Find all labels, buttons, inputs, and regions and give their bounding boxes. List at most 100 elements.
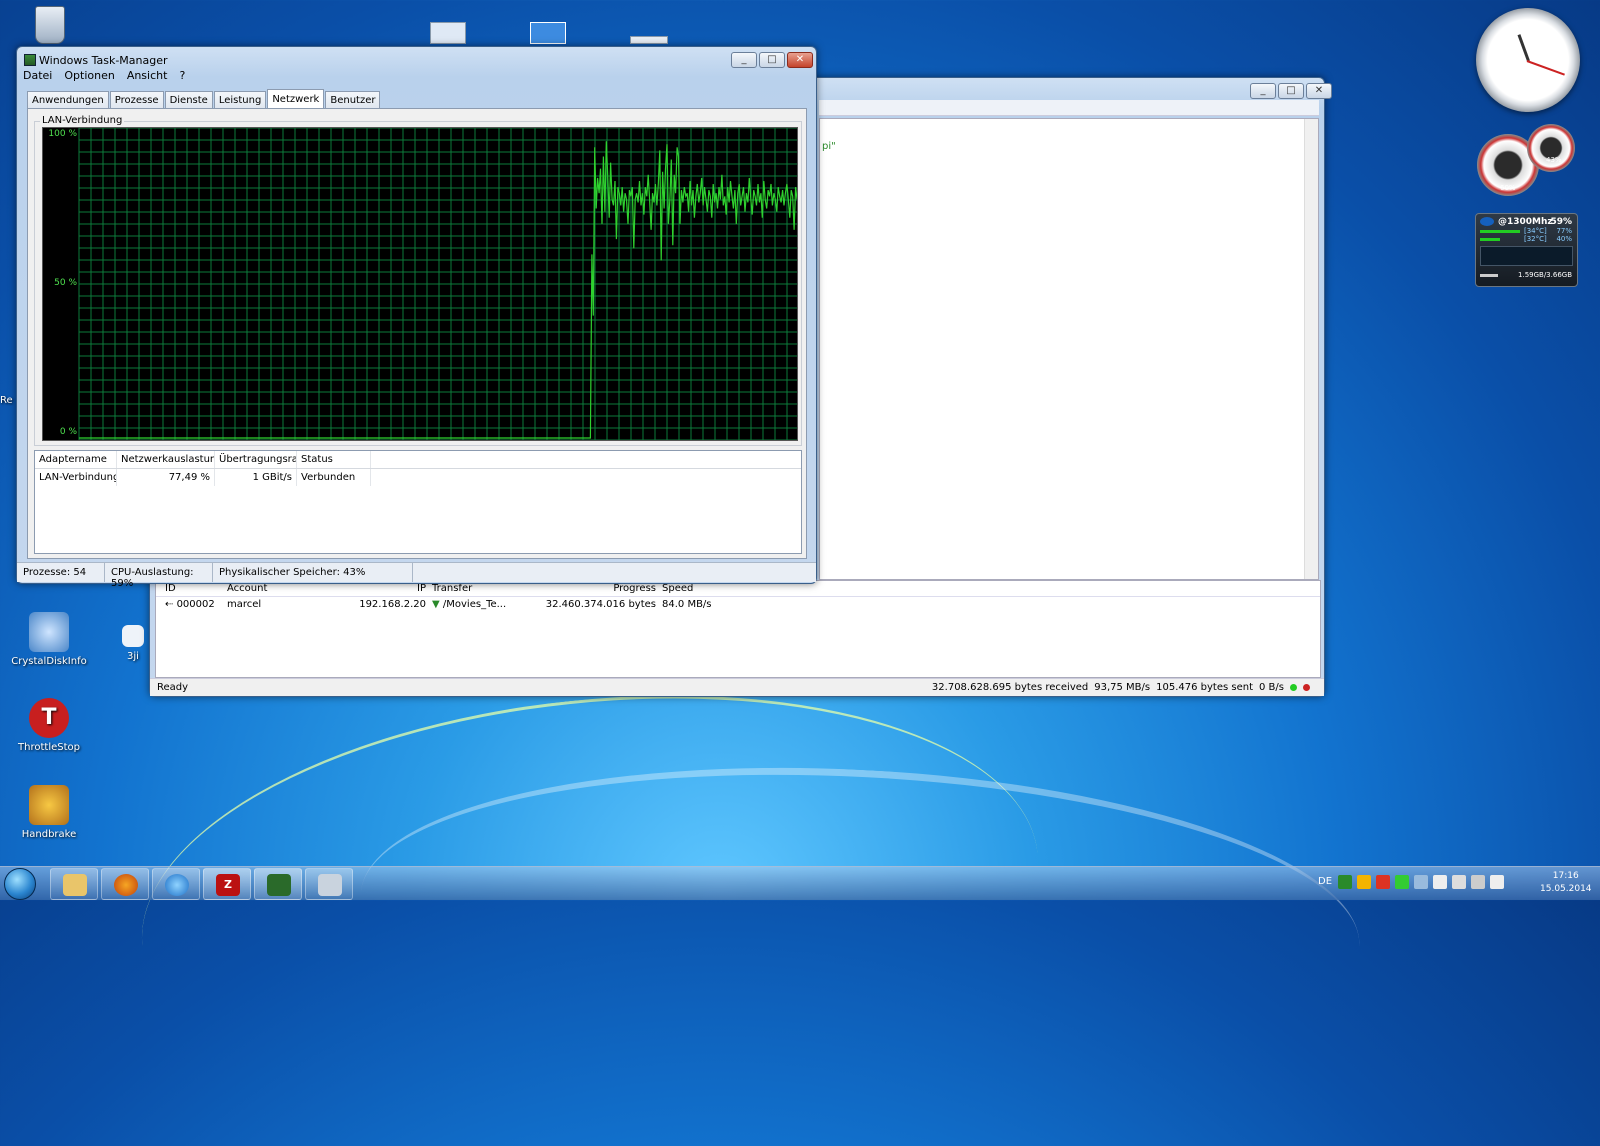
clock-gadget[interactable] [1476,8,1580,112]
minimize-button[interactable]: _ [1250,83,1276,99]
tab-anwendungen[interactable]: Anwendungen [27,91,109,109]
taskbar-ie[interactable] [152,868,200,900]
adapter-row[interactable]: LAN-Verbindung 77,49 % 1 GBit/s Verbunde… [35,469,801,486]
minimize-button[interactable]: _ [731,52,757,68]
adapter-name: LAN-Verbindung [35,469,117,486]
network-tray-icon[interactable] [1414,875,1428,889]
system-tray [1338,875,1504,889]
queue-id: ⇠ 000002 [165,599,215,610]
filezilla-tray-icon[interactable] [1338,875,1352,889]
status-processes: Prozesse: 54 [17,563,105,582]
handbrake-icon [29,785,69,825]
transfer-queue: ID Account IP Transfer Progress Speed ⇠ … [155,580,1321,678]
col-status[interactable]: Status [297,451,371,468]
cpu-monitor-gadget[interactable]: @1300Mhz 59% [34°C] 77% [32°C] 40% 1.59G… [1475,213,1578,287]
taskbar-firefox[interactable] [101,868,149,900]
window-title: Windows Task-Manager [39,54,168,67]
taskbar-clock[interactable]: 17:16 15.05.2014 [1540,870,1592,896]
speaker-tray-icon[interactable] [1490,875,1504,889]
taskbar-task-manager[interactable] [254,868,302,900]
col-uebertragungsrate[interactable]: Übertragungsrate [215,451,297,468]
filezilla-icon: Z [216,874,240,896]
task-manager-icon [24,54,36,66]
taskbar-app[interactable] [305,868,353,900]
app-icon [318,874,342,896]
task-manager-window[interactable]: Windows Task-Manager _ □ ✕ Datei Optione… [16,46,817,589]
network-graph-svg [78,128,797,440]
desktop-icon-crystaldiskinfo[interactable]: CrystalDiskInfo [9,612,89,667]
tab-benutzer[interactable]: Benutzer [325,91,381,109]
status-cpu: CPU-Auslastung: 59% [105,563,213,589]
adapter-util: 77,49 % [117,469,215,486]
winamp-tray-icon[interactable] [1357,875,1371,889]
menu-bar: Datei Optionen Ansicht ? [23,69,185,82]
send-speed: 0 B/s [1259,682,1284,693]
desktop-icon-label: 3ji [127,651,139,662]
tab-netzwerk[interactable]: Netzwerk [267,89,325,110]
menu-optionen[interactable]: Optionen [64,69,114,82]
queue-row[interactable]: ⇠ 000002 marcel 192.168.2.20 ▼ /Movies_T… [156,597,1320,612]
window-controls: _ □ ✕ [1250,83,1332,99]
recycle-bin-icon[interactable] [35,6,65,44]
core1-bar [1480,230,1520,233]
network-graph: 100 % 50 % 0 % [42,127,798,441]
log-panel: pi" [819,118,1319,580]
language-indicator[interactable]: DE [1318,876,1332,887]
desktop-icon-label: CrystalDiskInfo [11,656,87,667]
adapter-status: Verbunden [297,469,371,486]
close-button[interactable]: ✕ [1306,83,1332,99]
queue-ip: 192.168.2.20 [359,599,426,610]
desktop-icon-label: Handbrake [21,829,77,840]
close-button[interactable]: ✕ [787,52,813,68]
status-ready: Ready [157,682,189,693]
desktop-icon-top-3[interactable] [630,36,668,44]
taskbar-explorer[interactable] [50,868,98,900]
clock-hand-hour-icon [1517,34,1530,62]
tab-prozesse[interactable]: Prozesse [109,91,164,109]
folder-icon [63,874,87,896]
network-panel: LAN-Verbindung 100 % 50 % 0 % Adapternam… [27,108,807,559]
queue-speed: 84.0 MB/s [662,599,712,610]
desktop-icon-top-1[interactable] [430,22,466,44]
desktop-icon-handbrake[interactable]: Handbrake [9,785,89,840]
graph-label: LAN-Verbindung [40,115,125,126]
queue-transfer: ▼ /Movies_Te... [432,599,507,610]
temp1: [34°C] [1524,227,1547,235]
menu-ansicht[interactable]: Ansicht [127,69,168,82]
col-netzwerkauslastung[interactable]: Netzwerkauslastung [117,451,215,468]
taskbar-date: 15.05.2014 [1540,884,1592,894]
menu-datei[interactable]: Datei [23,69,52,82]
col-adaptername[interactable]: Adaptername [35,451,117,468]
crystaldiskinfo-icon [29,612,69,652]
menu-help[interactable]: ? [179,69,185,82]
mem-usage: 1.59GB/3.66GB [1518,271,1572,279]
core2-bar [1480,238,1500,241]
status-memory: Physikalischer Speicher: 43% [213,563,413,582]
volume-tray-icon[interactable] [1433,875,1447,889]
tab-leistung[interactable]: Leistung [213,91,267,109]
document-icon [122,625,144,647]
taskbar-filezilla[interactable]: Z [203,868,251,900]
maximize-button[interactable]: □ [759,52,785,68]
flag-tray-icon[interactable] [1452,875,1466,889]
antivirus-tray-icon[interactable] [1376,875,1390,889]
desktop-icon-top-2[interactable] [530,22,566,44]
adapter-rate: 1 GBit/s [215,469,297,486]
queue-account: marcel [227,599,262,610]
filezilla-statusbar: Ready 32.708.628.695 bytes received 93,7… [150,678,1324,696]
task-manager-icon [267,874,291,896]
desktop-icon-throttlestop[interactable]: T ThrottleStop [9,698,89,753]
battery-tray-icon[interactable] [1395,875,1409,889]
status-red-icon [1303,684,1310,691]
throttlestop-icon: T [29,698,69,738]
start-button[interactable] [4,868,36,900]
desktop-icon-partial[interactable]: 3ji [118,625,148,662]
temp2: [32°C] [1524,235,1547,243]
log-scrollbar[interactable] [1304,119,1318,579]
maximize-button[interactable]: □ [1278,83,1304,99]
tab-strip: Anwendungen Prozesse Dienste Leistung Ne… [27,89,381,110]
tab-dienste[interactable]: Dienste [164,91,213,109]
mem-meter-gadget[interactable] [1527,124,1575,172]
intel-icon [1480,217,1494,226]
display-tray-icon[interactable] [1471,875,1485,889]
